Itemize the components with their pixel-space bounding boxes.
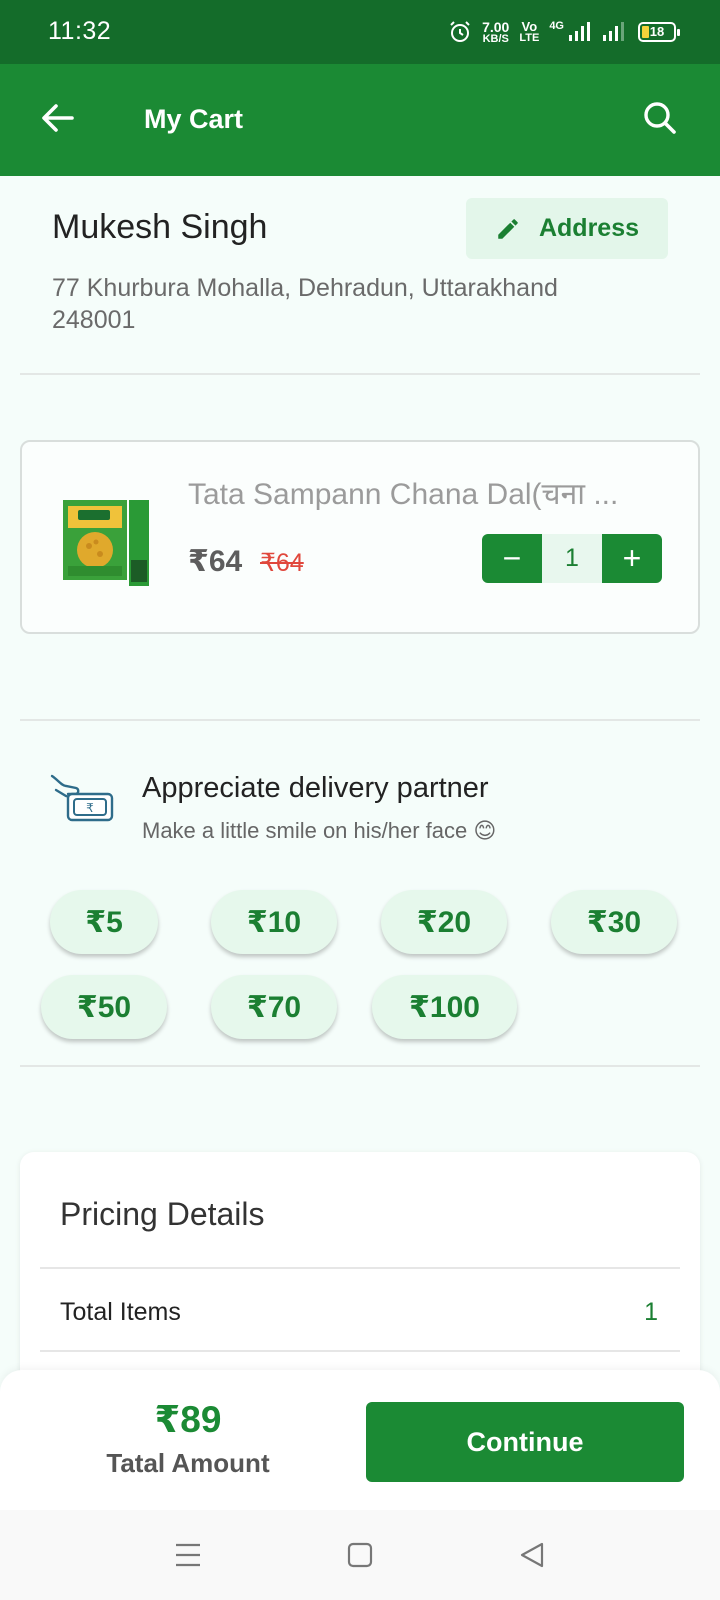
signal-strength-icon bbox=[569, 22, 590, 41]
product-image bbox=[63, 500, 149, 586]
svg-text:₹: ₹ bbox=[86, 801, 94, 815]
status-time: 11:32 bbox=[48, 17, 112, 45]
status-bar: 11:32 7.00 KB/S Vo LTE 4G 18 bbox=[0, 0, 720, 64]
signal-strength-2-icon bbox=[603, 22, 624, 41]
menu-icon bbox=[176, 1543, 200, 1567]
customer-name: Mukesh Singh bbox=[52, 208, 268, 246]
square-icon bbox=[347, 1542, 373, 1568]
divider bbox=[20, 373, 700, 375]
cart-item-card[interactable]: Tata Sampann Chana Dal(चना ... ₹64 ₹64 −… bbox=[20, 440, 700, 634]
product-name[interactable]: Tata Sampann Chana Dal(चना ... bbox=[188, 472, 668, 513]
tip-title: Appreciate delivery partner bbox=[142, 772, 489, 804]
volte-indicator: Vo LTE bbox=[519, 19, 540, 44]
divider bbox=[40, 1267, 680, 1269]
home-button[interactable] bbox=[343, 1538, 377, 1572]
back-nav-button[interactable] bbox=[515, 1538, 549, 1572]
tip-option-20[interactable]: ₹20 bbox=[381, 890, 507, 954]
arrow-left-icon bbox=[42, 104, 74, 132]
back-button[interactable] bbox=[34, 94, 82, 142]
status-icons: 7.00 KB/S Vo LTE 4G 18 bbox=[448, 18, 680, 46]
battery-icon: 18 bbox=[638, 22, 680, 42]
quantity-stepper: − 1 + bbox=[482, 534, 662, 583]
app-bar: My Cart bbox=[0, 64, 720, 176]
network-type: 4G bbox=[549, 20, 564, 32]
tip-option-10[interactable]: ₹10 bbox=[211, 890, 337, 954]
total-amount: ₹89 bbox=[154, 1399, 222, 1440]
increase-quantity-button[interactable]: + bbox=[602, 534, 662, 583]
search-button[interactable] bbox=[636, 94, 684, 142]
divider bbox=[20, 1065, 700, 1067]
total-items-value: 1 bbox=[644, 1298, 658, 1326]
continue-button[interactable]: Continue bbox=[366, 1402, 684, 1482]
delivery-address: 77 Khurbura Mohalla, Dehradun, Uttarakha… bbox=[52, 272, 652, 336]
triangle-back-icon bbox=[520, 1542, 544, 1568]
address-line-1: 77 Khurbura Mohalla, Dehradun, Uttarakha… bbox=[52, 274, 558, 302]
page-title: My Cart bbox=[144, 104, 244, 134]
search-icon bbox=[644, 102, 676, 134]
quantity-value: 1 bbox=[542, 534, 602, 583]
tip-option-50[interactable]: ₹50 bbox=[41, 975, 167, 1039]
product-mrp: ₹64 bbox=[260, 549, 304, 577]
pricing-title: Pricing Details bbox=[60, 1196, 265, 1232]
edit-address-button[interactable]: Address bbox=[466, 198, 668, 259]
total-amount-label: Tatal Amount bbox=[106, 1448, 270, 1478]
total-items-label: Total Items bbox=[60, 1298, 181, 1326]
tip-subtitle: Make a little smile on his/her face 😊 bbox=[142, 818, 497, 843]
checkout-bar: ₹89 Tatal Amount Continue bbox=[0, 1370, 720, 1510]
tip-option-30[interactable]: ₹30 bbox=[551, 890, 677, 954]
address-line-2: 248001 bbox=[52, 306, 136, 334]
system-nav-bar bbox=[0, 1510, 720, 1600]
hand-money-icon: ₹ bbox=[50, 774, 114, 822]
divider bbox=[20, 719, 700, 721]
product-price: ₹64 bbox=[188, 545, 243, 578]
tip-option-5[interactable]: ₹5 bbox=[50, 890, 158, 954]
address-button-label: Address bbox=[538, 214, 640, 242]
signal-group-1: 4G bbox=[549, 21, 592, 43]
alarm-icon bbox=[450, 21, 470, 42]
tip-option-100[interactable]: ₹100 bbox=[372, 975, 517, 1039]
pencil-icon bbox=[498, 218, 518, 239]
recent-apps-button[interactable] bbox=[171, 1538, 205, 1572]
divider bbox=[40, 1350, 680, 1352]
decrease-quantity-button[interactable]: − bbox=[482, 534, 542, 583]
tip-option-70[interactable]: ₹70 bbox=[211, 975, 337, 1039]
net-speed: 7.00 KB/S bbox=[482, 18, 510, 45]
